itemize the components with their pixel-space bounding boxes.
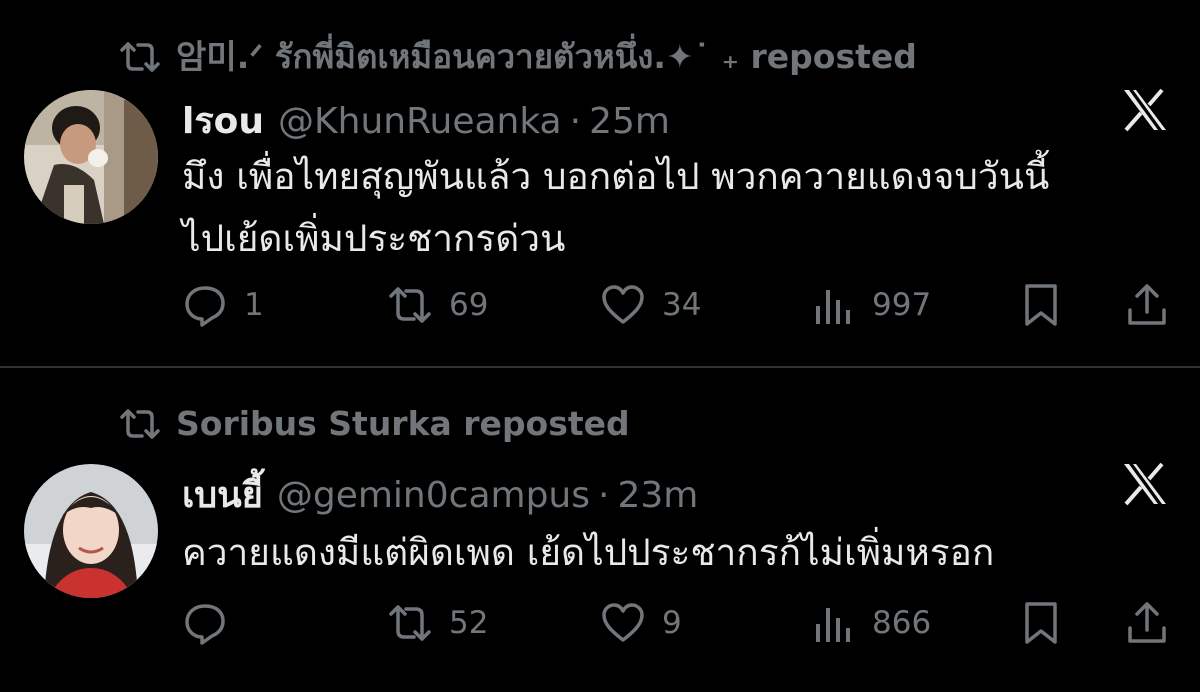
display-name[interactable]: เบนยี้ bbox=[182, 466, 263, 523]
user-handle[interactable]: @gemin0campus bbox=[277, 475, 590, 516]
repost-button[interactable]: 52 bbox=[387, 600, 488, 646]
user-handle[interactable]: @KhunRueanka bbox=[278, 101, 562, 142]
bookmark-icon bbox=[1025, 602, 1057, 644]
tweet-text-line: ไปเย้ดเพิ่มประชากรด่วน bbox=[182, 217, 566, 260]
repost-icon bbox=[389, 605, 431, 641]
repost-icon bbox=[120, 41, 160, 72]
display-name[interactable]: lรou bbox=[182, 92, 264, 149]
views-icon bbox=[816, 608, 850, 642]
views-button[interactable]: 866 bbox=[810, 600, 931, 646]
action-bar: 52 9 866 bbox=[182, 600, 1172, 650]
tweet-card[interactable]: 암미.ᐟ รักพี่มิตเหมือนควายตัวหนึ่ง.✦˙ ₊ re… bbox=[0, 0, 1200, 366]
timestamp[interactable]: 23m bbox=[617, 475, 698, 516]
share-icon bbox=[1128, 284, 1166, 325]
tweet-header: เบนยี้ @gemin0campus · 23m bbox=[182, 466, 698, 523]
avatar-photo bbox=[24, 90, 158, 224]
reply-icon bbox=[185, 286, 225, 327]
heart-icon bbox=[602, 603, 644, 642]
views-icon bbox=[816, 290, 850, 324]
action-bar: 1 69 34 997 bbox=[182, 282, 1172, 332]
repost-indicator: Soribus Sturka reposted bbox=[118, 404, 630, 443]
repost-count: 52 bbox=[449, 605, 489, 641]
repost-icon bbox=[389, 287, 431, 323]
timestamp[interactable]: 25m bbox=[589, 101, 670, 142]
reply-button[interactable] bbox=[182, 600, 244, 646]
reply-icon bbox=[185, 604, 225, 645]
bookmark-icon bbox=[1025, 284, 1057, 326]
like-button[interactable]: 9 bbox=[600, 600, 682, 646]
avatar[interactable] bbox=[24, 464, 158, 598]
share-button[interactable] bbox=[1124, 282, 1170, 328]
repost-label: Soribus Sturka reposted bbox=[176, 404, 630, 443]
bookmark-button[interactable] bbox=[1018, 282, 1064, 328]
reply-button[interactable]: 1 bbox=[182, 282, 264, 328]
separator-dot: · bbox=[598, 475, 610, 516]
repost-indicator: 암미.ᐟ รักพี่มิตเหมือนควายตัวหนึ่ง.✦˙ ₊ re… bbox=[118, 30, 917, 83]
share-icon bbox=[1128, 602, 1166, 643]
repost-count: 69 bbox=[449, 287, 489, 323]
tweet-text-line: มึง เพื่อไทยสุญพันแล้ว บอกต่อไป พวกควายแ… bbox=[182, 155, 1050, 198]
bookmark-button[interactable] bbox=[1018, 600, 1064, 646]
like-count: 9 bbox=[662, 605, 682, 641]
repost-button[interactable]: 69 bbox=[387, 282, 488, 328]
tweet-card[interactable]: Soribus Sturka reposted เบนยี้ @gemin0ca… bbox=[0, 368, 1200, 692]
repost-label: 암미.ᐟ รักพี่มิตเหมือนควายตัวหนึ่ง.✦˙ ₊ re… bbox=[176, 37, 917, 76]
avatar-photo bbox=[24, 464, 158, 598]
share-button[interactable] bbox=[1124, 600, 1170, 646]
heart-icon bbox=[602, 285, 644, 324]
like-count: 34 bbox=[662, 287, 702, 323]
tweet-text: ควายแดงมีแต่ผิดเพด เย้ดไปประชากรก้ไม่เพิ… bbox=[182, 522, 1172, 584]
views-count: 866 bbox=[872, 605, 932, 641]
tweet-text: มึง เพื่อไทยสุญพันแล้ว บอกต่อไป พวกควายแ… bbox=[182, 146, 1172, 270]
x-logo-icon bbox=[1124, 462, 1166, 506]
reply-count: 1 bbox=[244, 287, 264, 323]
tweet-text-line: ควายแดงมีแต่ผิดเพด เย้ดไปประชากรก้ไม่เพิ… bbox=[182, 531, 995, 574]
tweet-header: lรou @KhunRueanka · 25m bbox=[182, 92, 670, 149]
separator-dot: · bbox=[569, 101, 582, 142]
repost-icon bbox=[120, 408, 160, 439]
avatar[interactable] bbox=[24, 90, 158, 224]
like-button[interactable]: 34 bbox=[600, 282, 701, 328]
views-count: 997 bbox=[872, 287, 932, 323]
views-button[interactable]: 997 bbox=[810, 282, 931, 328]
x-logo-icon bbox=[1124, 88, 1166, 132]
